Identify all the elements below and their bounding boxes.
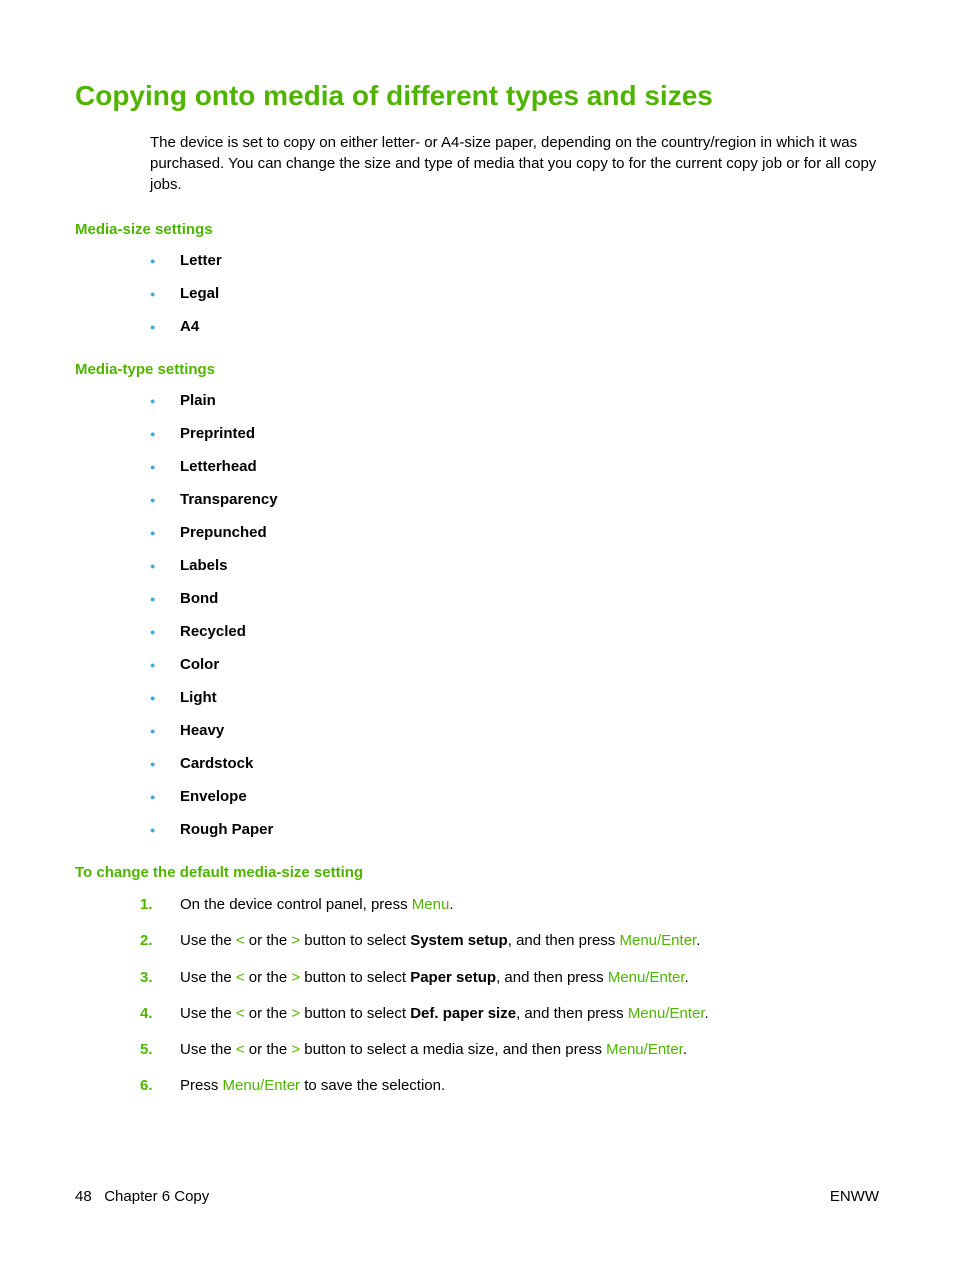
menu-enter-label: Menu/Enter [606,1041,683,1058]
lt-symbol: < [236,969,245,986]
step-text: . [696,932,700,949]
step-text: or the [245,1041,292,1058]
lt-symbol: < [236,932,245,949]
list-item: Preprinted [150,425,879,442]
section-heading-media-size: Media-size settings [75,221,879,238]
list-item: Prepunched [150,524,879,541]
list-item: Labels [150,557,879,574]
step-text: , and then press [516,1005,628,1022]
list-item: Rough Paper [150,821,879,838]
step-text: or the [245,969,292,986]
lt-symbol: < [236,1041,245,1058]
step-text: or the [245,1005,292,1022]
list-item: Letterhead [150,458,879,475]
list-item: Heavy [150,722,879,739]
gt-symbol: > [291,932,300,949]
step-item: 3. Use the < or the > button to select P… [140,968,879,988]
step-text: button to select [300,969,410,986]
page-title: Copying onto media of different types an… [75,80,879,112]
step-item: 4. Use the < or the > button to select D… [140,1004,879,1024]
steps-list: 1. On the device control panel, press Me… [140,895,879,1097]
bold-label: Paper setup [410,969,496,986]
list-item: Plain [150,392,879,409]
step-text: Use the [180,1041,236,1058]
list-item: Envelope [150,788,879,805]
menu-enter-label: Menu/Enter [619,932,696,949]
bold-label: System setup [410,932,508,949]
list-item: Bond [150,590,879,607]
footer-left: 48 Chapter 6 Copy [75,1188,209,1205]
gt-symbol: > [291,1041,300,1058]
gt-symbol: > [291,969,300,986]
step-number: 3. [140,968,153,988]
step-text: On the device control panel, press [180,896,412,913]
step-text: to save the selection. [300,1077,445,1094]
chapter-label: Chapter 6 Copy [104,1188,209,1205]
page-footer: 48 Chapter 6 Copy ENWW [75,1188,879,1205]
intro-paragraph: The device is set to copy on either lett… [150,132,879,195]
step-text: , and then press [508,932,620,949]
media-size-list: Letter Legal A4 [150,252,879,335]
gt-symbol: > [291,1005,300,1022]
step-text: . [685,969,689,986]
step-item: 5. Use the < or the > button to select a… [140,1040,879,1060]
step-text: button to select [300,1005,410,1022]
step-text: . [683,1041,687,1058]
bold-label: Def. paper size [410,1005,516,1022]
step-number: 5. [140,1040,153,1060]
list-item: Light [150,689,879,706]
lt-symbol: < [236,1005,245,1022]
section-heading-media-type: Media-type settings [75,361,879,378]
step-text: or the [245,932,292,949]
step-text: button to select a media size, and then … [300,1041,606,1058]
page-number: 48 [75,1188,92,1205]
list-item: A4 [150,318,879,335]
step-number: 1. [140,895,153,915]
step-number: 2. [140,931,153,951]
step-text: Press [180,1077,223,1094]
step-text: , and then press [496,969,608,986]
step-item: 2. Use the < or the > button to select S… [140,931,879,951]
step-item: 1. On the device control panel, press Me… [140,895,879,915]
menu-enter-label: Menu/Enter [608,969,685,986]
step-text: . [705,1005,709,1022]
step-number: 6. [140,1076,153,1096]
list-item: Legal [150,285,879,302]
media-type-list: Plain Preprinted Letterhead Transparency… [150,392,879,838]
menu-enter-label: Menu/Enter [223,1077,301,1094]
section-heading-change-default: To change the default media-size setting [75,864,879,881]
step-item: 6. Press Menu/Enter to save the selectio… [140,1076,879,1096]
list-item: Letter [150,252,879,269]
list-item: Cardstock [150,755,879,772]
step-text: . [449,896,453,913]
list-item: Transparency [150,491,879,508]
step-number: 4. [140,1004,153,1024]
menu-enter-label: Menu/Enter [628,1005,705,1022]
list-item: Recycled [150,623,879,640]
footer-right: ENWW [830,1188,879,1205]
menu-label: Menu [412,896,450,913]
step-text: Use the [180,969,236,986]
step-text: Use the [180,1005,236,1022]
step-text: Use the [180,932,236,949]
step-text: button to select [300,932,410,949]
list-item: Color [150,656,879,673]
